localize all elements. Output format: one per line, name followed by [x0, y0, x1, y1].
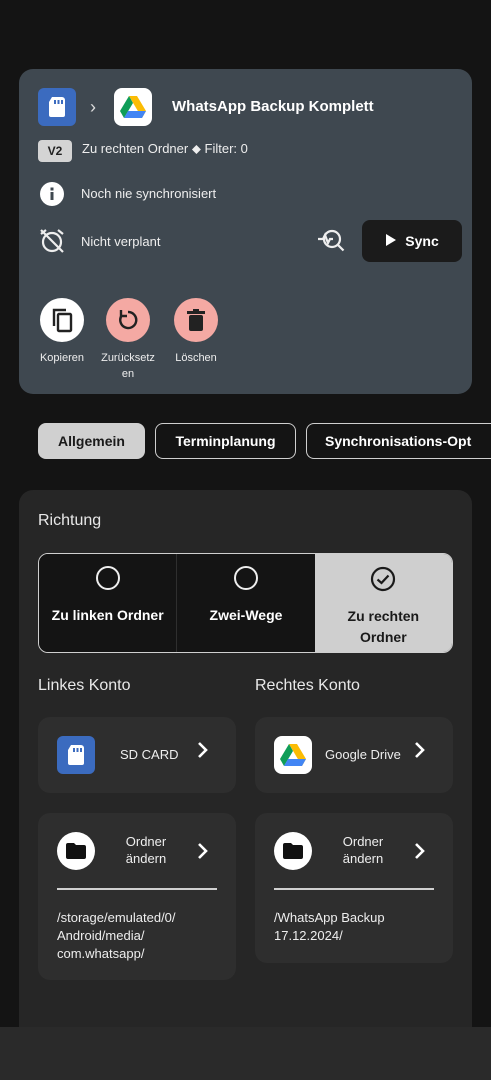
reset-label: Zurücksetz en — [101, 352, 155, 380]
tab-terminplanung[interactable]: Terminplanung — [155, 423, 296, 459]
alarm-off-icon — [38, 227, 66, 255]
sync-pair-card: › WhatsApp Backup Komplett V2 Zu rechten… — [19, 69, 472, 394]
chevron-right-icon — [413, 741, 425, 764]
sd-card-icon — [38, 88, 76, 126]
bottom-bar — [0, 1027, 491, 1080]
divider — [274, 888, 434, 890]
analyze-icon[interactable] — [317, 227, 345, 255]
direction-selector: Zu linken Ordner Zwei-Wege Zu rechten Or… — [38, 553, 453, 653]
chevron-right-icon — [196, 741, 208, 764]
play-icon — [385, 233, 397, 250]
right-change-folder-button[interactable]: Ordner ändern — [333, 833, 393, 867]
radio-unchecked-icon — [95, 566, 120, 590]
left-account-heading: Linkes Konto — [38, 677, 131, 694]
chevron-right-icon — [196, 842, 208, 865]
sync-status-text: Noch nie synchronisiert — [81, 186, 217, 201]
info-icon — [38, 180, 66, 208]
copy-label: Kopieren — [39, 352, 85, 364]
left-account-name: SD CARD — [120, 747, 179, 762]
direction-option-two-way-label: Zwei-Wege — [209, 607, 283, 623]
folder-icon — [274, 832, 312, 870]
tab-allgemein[interactable]: Allgemein — [38, 423, 145, 459]
direction-option-left[interactable]: Zu linken Ordner — [39, 554, 178, 652]
chevron-right-icon — [413, 842, 425, 865]
left-account-selector[interactable]: SD CARD — [38, 717, 236, 793]
right-account-name: Google Drive — [325, 747, 401, 762]
left-folder-path: /storage/emulated/0/ Android/media/ com.… — [57, 910, 176, 961]
left-folder-box: Ordner ändern /storage/emulated/0/ Andro… — [38, 813, 236, 980]
direction-option-right[interactable]: Zu rechten Ordner — [314, 554, 452, 652]
right-account-selector[interactable]: Google Drive — [255, 717, 453, 793]
copy-icon — [40, 298, 84, 342]
google-drive-icon — [114, 88, 152, 126]
radio-unchecked-icon — [233, 566, 258, 590]
delete-action[interactable]: Löschen — [164, 298, 228, 366]
target-filter-text: Zu rechten Ordner ⬥ Filter: 0 — [82, 141, 248, 156]
folder-icon — [57, 832, 95, 870]
right-account-heading: Rechtes Konto — [255, 677, 360, 694]
sync-button[interactable]: Sync — [362, 220, 462, 262]
settings-panel: Richtung Zu linken Ordner Zwei-Wege Zu r… — [19, 490, 472, 1050]
direction-option-left-label: Zu linken Ordner — [51, 607, 164, 623]
version-badge: V2 — [38, 140, 72, 162]
reset-action[interactable]: Zurücksetz en — [96, 298, 160, 382]
direction-option-two-way[interactable]: Zwei-Wege — [177, 554, 315, 652]
delete-label: Löschen — [175, 352, 217, 364]
copy-action[interactable]: Kopieren — [30, 298, 94, 366]
schedule-status-text: Nicht verplant — [81, 234, 161, 249]
left-change-folder-button[interactable]: Ordner ändern — [116, 833, 176, 867]
right-folder-path: /WhatsApp Backup 17.12.2024/ — [274, 910, 385, 943]
divider — [57, 888, 217, 890]
direction-option-right-label: Zu rechten Ordner — [347, 608, 420, 645]
chevron-right-icon: › — [90, 97, 96, 117]
sync-pair-title: WhatsApp Backup Komplett — [172, 98, 374, 115]
sd-card-icon — [57, 736, 95, 774]
tab-synchronisations-optionen[interactable]: Synchronisations-Opt — [306, 423, 491, 459]
sync-button-label: Sync — [405, 233, 439, 249]
direction-heading: Richtung — [38, 512, 102, 529]
right-folder-box: Ordner ändern /WhatsApp Backup 17.12.202… — [255, 813, 453, 963]
reset-icon — [106, 298, 150, 342]
trash-icon — [174, 298, 218, 342]
check-circle-icon — [370, 566, 396, 598]
google-drive-icon — [274, 736, 312, 774]
